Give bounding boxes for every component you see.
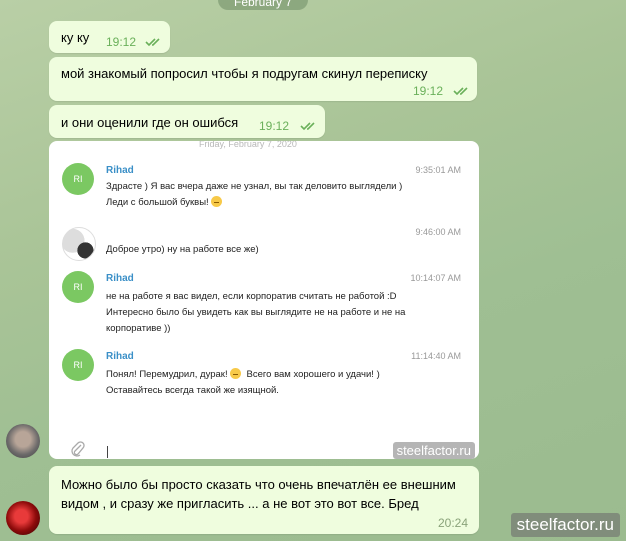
screenshot-time: 9:35:01 AM [415, 165, 461, 175]
read-checkmarks-icon [300, 121, 318, 131]
screenshot-avatar: RI [62, 271, 94, 303]
avatar[interactable] [6, 424, 40, 458]
screenshot-avatar: RI [62, 349, 94, 381]
screenshot-text: Здрасте ) Я вас вчера даже не узнал, вы … [106, 181, 403, 208]
message-bubble[interactable]: мой знакомый попросил чтобы я подругам с… [49, 57, 477, 101]
read-checkmarks-icon [145, 37, 163, 47]
shared-screenshot-image[interactable]: Friday, February 7, 2020 RI Rihad 9:35:0… [49, 141, 479, 459]
screenshot-avatar: RI [62, 163, 94, 195]
date-pill: February 7 [218, 0, 308, 10]
screenshot-time: 9:46:00 AM [415, 227, 461, 237]
message-time: 19:12 [106, 35, 137, 49]
screenshot-time: 10:14:07 AM [410, 273, 461, 283]
screenshot-sender-name: Rihad [106, 351, 134, 362]
screenshot-time: 11:14:40 AM [411, 351, 461, 361]
unamused-emoji-icon [211, 196, 223, 207]
message-text: и они оценили где он ошибся [61, 115, 239, 130]
avatar[interactable] [6, 501, 40, 535]
message-text: ку ку [61, 30, 90, 45]
screenshot-sender-name: Rihad [106, 273, 134, 284]
message-text: мой знакомый попросил чтобы я подругам с… [61, 66, 428, 81]
screenshot-message-text: Доброе утро) ну на работе все же) [106, 244, 259, 255]
unamused-emoji-icon [230, 368, 242, 379]
screenshot-message-text: не на работе я вас видел, если корпорати… [106, 291, 406, 334]
message-time: 19:12 [413, 84, 444, 98]
screenshot-message-text: Здрасте ) Я вас вчера даже не узнал, вы … [106, 179, 406, 211]
message-bubble[interactable]: ку ку 19:12 [49, 21, 170, 53]
attach-clip-icon [71, 441, 85, 457]
message-bubble[interactable]: и они оценили где он ошибся 19:12 [49, 105, 325, 138]
read-checkmarks-icon [453, 86, 471, 96]
image-watermark: steelfactor.ru [392, 442, 475, 459]
message-text: Можно было бы просто сказать что очень в… [61, 477, 456, 511]
screenshot-date: Friday, February 7, 2020 [199, 141, 297, 149]
message-bubble[interactable]: Можно было бы просто сказать что очень в… [49, 466, 479, 534]
site-watermark: steelfactor.ru [510, 513, 620, 537]
screenshot-avatar [62, 227, 96, 261]
text-cursor [107, 446, 108, 458]
screenshot-message-text: Понял! Перемудрил, дурак! Всего вам хоро… [106, 367, 406, 399]
message-time: 20:24 [438, 516, 469, 530]
message-time: 19:12 [259, 119, 290, 133]
screenshot-text: Понял! Перемудрил, дурак! [106, 369, 228, 380]
screenshot-sender-name: Rihad [106, 165, 134, 176]
